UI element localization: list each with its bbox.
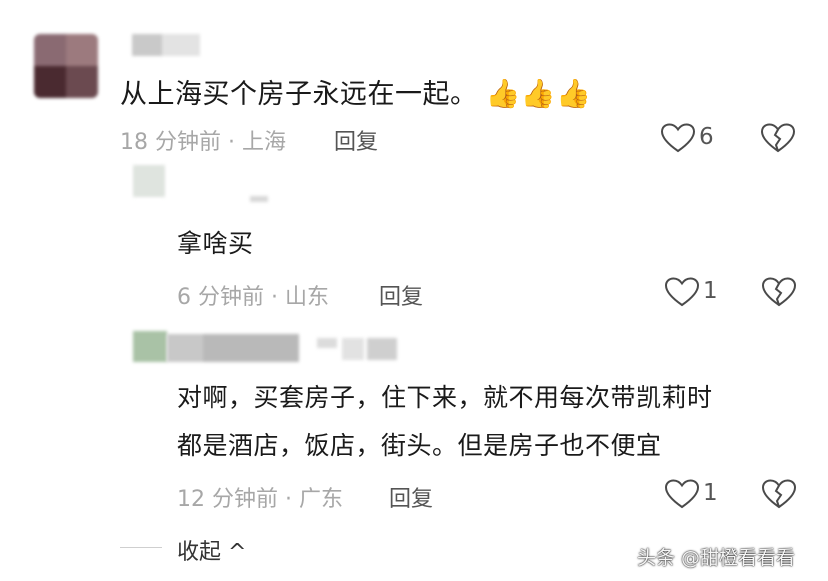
reply-meta: 6 分钟前 · 山东 [177,285,329,310]
reply-meta: 12 分钟前 · 广东 [177,487,343,512]
avatar[interactable] [34,34,98,98]
collapse-button[interactable]: 收起 ^ [177,534,246,566]
heart-icon[interactable] [661,123,695,153]
reply-text-line-1: 对啊，买套房子，住下来，就不用每次带凯莉时 [177,383,713,412]
reply-text: 拿啥买 [177,229,254,258]
heart-icon[interactable] [665,479,699,509]
username-blurred[interactable] [132,34,200,56]
comment-text: 从上海买个房子永远在一起。 👍👍👍 [120,77,592,110]
like-count: 6 [699,124,714,150]
avatar[interactable] [133,331,167,362]
avatar[interactable] [133,165,165,197]
reply-button[interactable]: 回复 [334,124,378,156]
reply-button[interactable]: 回复 [379,279,423,311]
reply-button[interactable]: 回复 [389,481,433,513]
heart-icon[interactable] [665,277,699,307]
broken-heart-icon[interactable] [762,277,796,307]
like-count: 1 [703,480,718,506]
reply-text-line-2: 都是酒店，饭店，街头。但是房子也不便宜 [177,431,662,460]
comment-meta: 18 分钟前 · 上海 [120,130,286,155]
broken-heart-icon[interactable] [761,123,795,153]
collapse-divider [120,547,162,548]
username-blurred[interactable] [250,196,268,202]
watermark: 头条 @甜橙看看看 [637,547,796,569]
like-count: 1 [703,278,718,304]
username-blurred[interactable] [167,334,397,362]
broken-heart-icon[interactable] [762,479,796,509]
thumbs-up-emoji: 👍👍👍 [485,77,592,110]
